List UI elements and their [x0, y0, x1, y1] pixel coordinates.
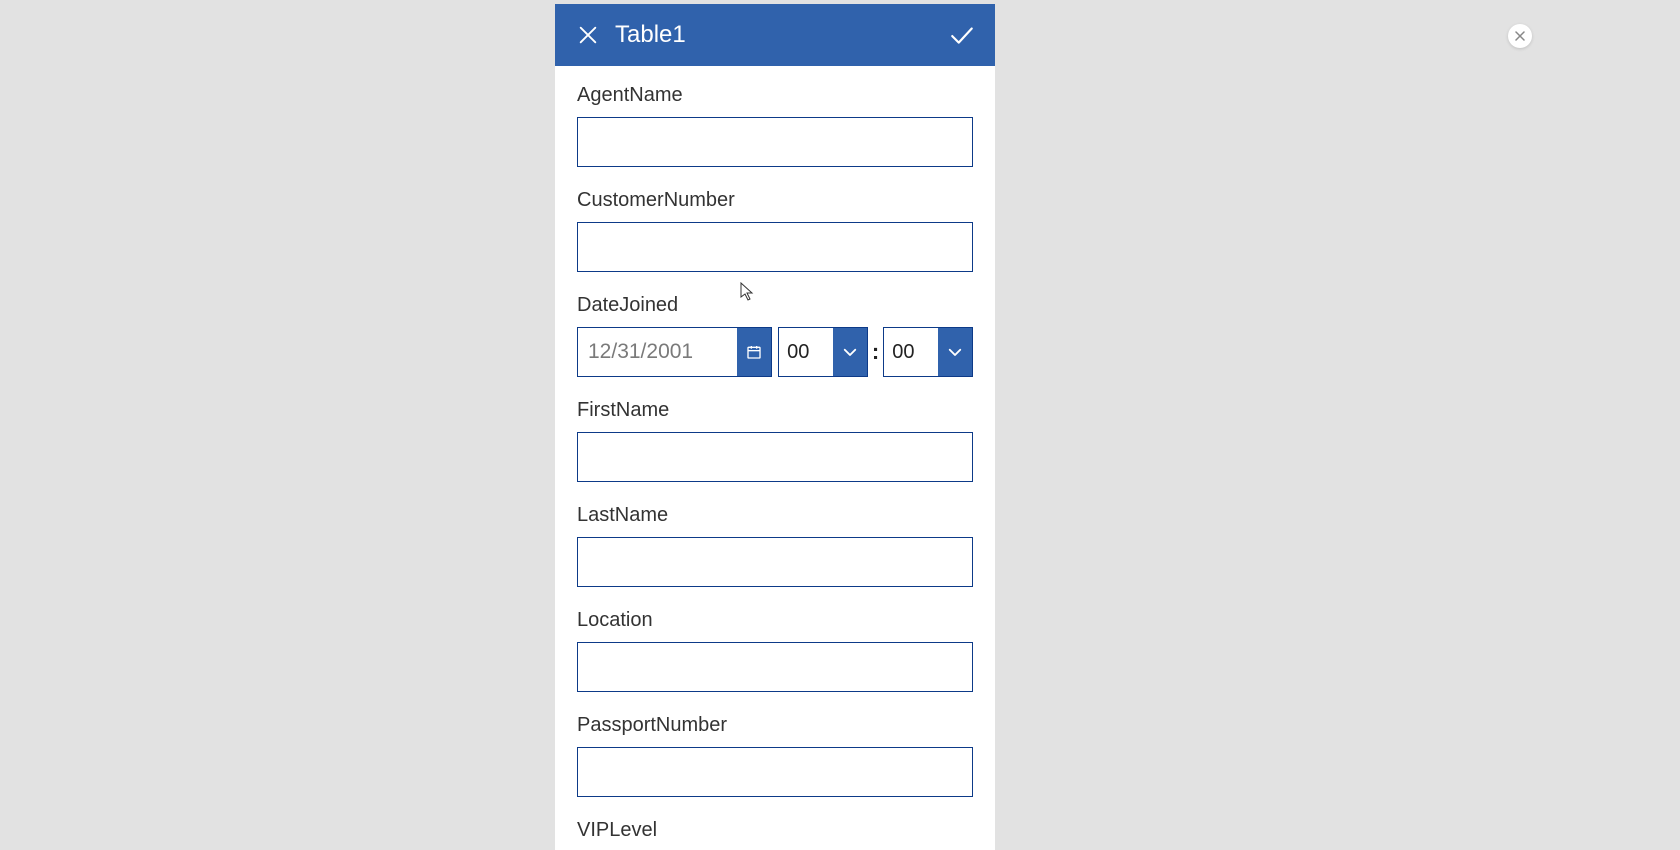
label-first-name: FirstName	[577, 399, 973, 422]
time-separator: :	[872, 339, 879, 365]
date-time-row: 12/31/2001 00 : 00	[577, 327, 973, 377]
close-icon	[577, 24, 599, 46]
field-vip-level: VIPLevel	[577, 819, 973, 850]
label-agent-name: AgentName	[577, 84, 973, 107]
chevron-down-icon	[946, 343, 964, 361]
date-picker[interactable]: 12/31/2001	[577, 327, 772, 377]
label-vip-level: VIPLevel	[577, 819, 973, 842]
minute-picker[interactable]: 00	[883, 327, 973, 377]
label-last-name: LastName	[577, 504, 973, 527]
hour-value: 00	[779, 328, 833, 376]
form-title: Table1	[615, 21, 947, 49]
form-panel: Table1 AgentName CustomerNumber DateJoin…	[555, 4, 995, 850]
field-location: Location	[577, 609, 973, 692]
input-passport-number[interactable]	[577, 747, 973, 797]
hour-dropdown-button[interactable]	[833, 328, 867, 376]
field-date-joined: DateJoined 12/31/2001 00 : 00	[577, 294, 973, 377]
hour-picker[interactable]: 00	[778, 327, 868, 377]
accept-button[interactable]	[947, 20, 977, 50]
form-body[interactable]: AgentName CustomerNumber DateJoined 12/3…	[555, 66, 995, 850]
form-header: Table1	[555, 4, 995, 66]
date-value: 12/31/2001	[578, 328, 737, 376]
input-location[interactable]	[577, 642, 973, 692]
field-customer-number: CustomerNumber	[577, 189, 973, 272]
label-customer-number: CustomerNumber	[577, 189, 973, 212]
input-last-name[interactable]	[577, 537, 973, 587]
label-date-joined: DateJoined	[577, 294, 973, 317]
field-last-name: LastName	[577, 504, 973, 587]
input-agent-name[interactable]	[577, 117, 973, 167]
calendar-button[interactable]	[737, 328, 771, 376]
label-location: Location	[577, 609, 973, 632]
input-first-name[interactable]	[577, 432, 973, 482]
close-icon	[1514, 30, 1526, 42]
overlay-close-button[interactable]	[1508, 24, 1532, 48]
minute-dropdown-button[interactable]	[938, 328, 972, 376]
label-passport-number: PassportNumber	[577, 714, 973, 737]
chevron-down-icon	[841, 343, 859, 361]
close-button[interactable]	[573, 20, 603, 50]
field-agent-name: AgentName	[577, 84, 973, 167]
minute-value: 00	[884, 328, 938, 376]
checkmark-icon	[949, 22, 975, 48]
field-passport-number: PassportNumber	[577, 714, 973, 797]
input-customer-number[interactable]	[577, 222, 973, 272]
calendar-icon	[746, 344, 762, 360]
field-first-name: FirstName	[577, 399, 973, 482]
